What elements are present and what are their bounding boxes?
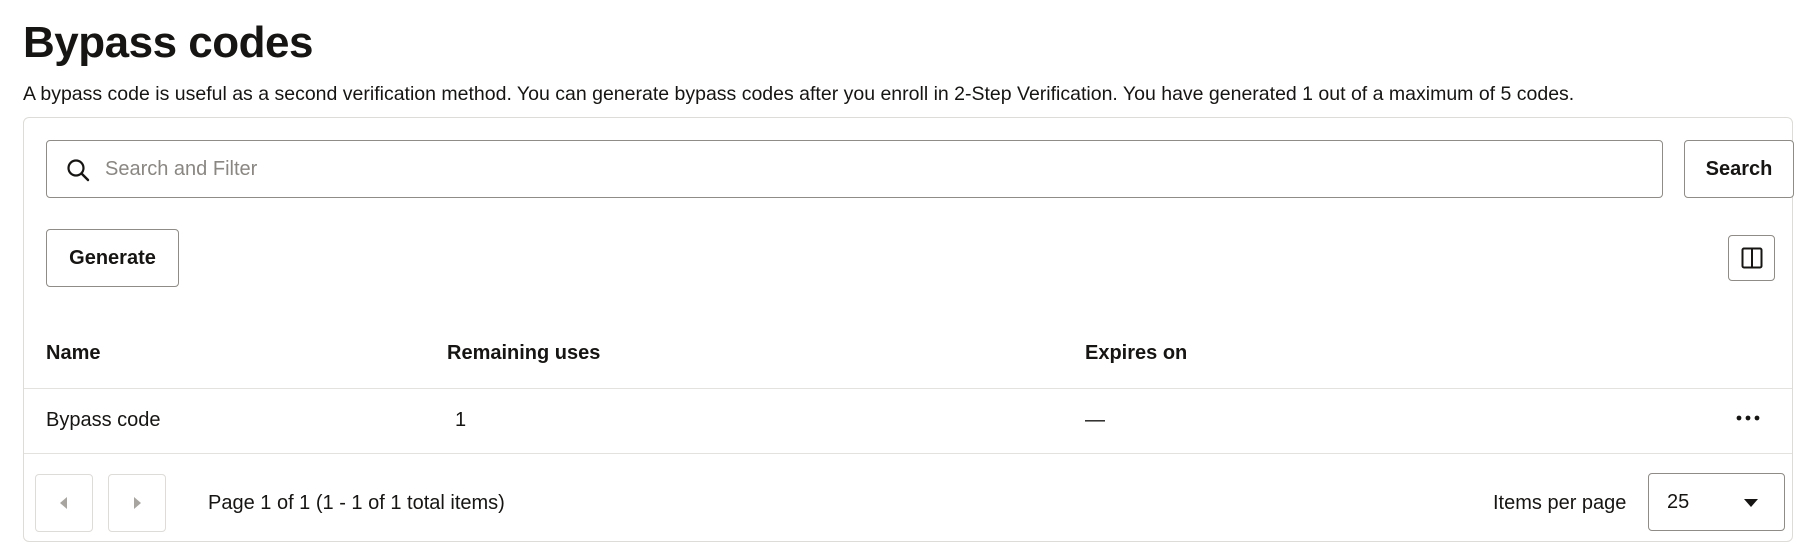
table-row[interactable]: Bypass code 1 —	[24, 389, 1792, 454]
search-box[interactable]	[46, 140, 1663, 198]
search-button[interactable]: Search	[1684, 140, 1794, 198]
items-per-page-value: 25	[1667, 491, 1690, 513]
generate-button[interactable]: Generate	[46, 229, 179, 287]
chevron-left-icon	[60, 497, 67, 509]
chevron-down-icon	[1744, 499, 1758, 507]
column-header-expires-on[interactable]: Expires on	[1085, 342, 1187, 365]
search-input[interactable]	[105, 141, 1645, 197]
cell-remaining-uses: 1	[455, 409, 467, 431]
previous-page-button[interactable]	[35, 474, 93, 532]
page-description: A bypass code is useful as a second veri…	[23, 83, 1575, 105]
next-page-button[interactable]	[108, 474, 166, 532]
page-info: Page 1 of 1 (1 - 1 of 1 total items)	[208, 492, 505, 514]
more-horizontal-icon[interactable]	[1728, 403, 1768, 433]
bypass-codes-page: Bypass codes A bypass code is useful as …	[0, 0, 1812, 550]
column-settings-button[interactable]	[1728, 235, 1775, 281]
column-header-name[interactable]: Name	[46, 342, 100, 365]
cell-name: Bypass code	[46, 409, 161, 431]
bypass-codes-panel: Search Generate Name Remaining uses Expi…	[23, 117, 1794, 542]
table-header: Name Remaining uses Expires on	[24, 321, 1792, 389]
items-per-page-label: Items per page	[1493, 492, 1627, 514]
items-per-page-select[interactable]: 25	[1648, 473, 1785, 531]
column-header-remaining-uses[interactable]: Remaining uses	[447, 342, 600, 365]
columns-icon	[1741, 247, 1762, 269]
chevron-right-icon	[134, 497, 141, 509]
page-title: Bypass codes	[23, 18, 313, 67]
cell-expires-on: —	[1085, 409, 1105, 431]
search-icon	[67, 159, 90, 182]
